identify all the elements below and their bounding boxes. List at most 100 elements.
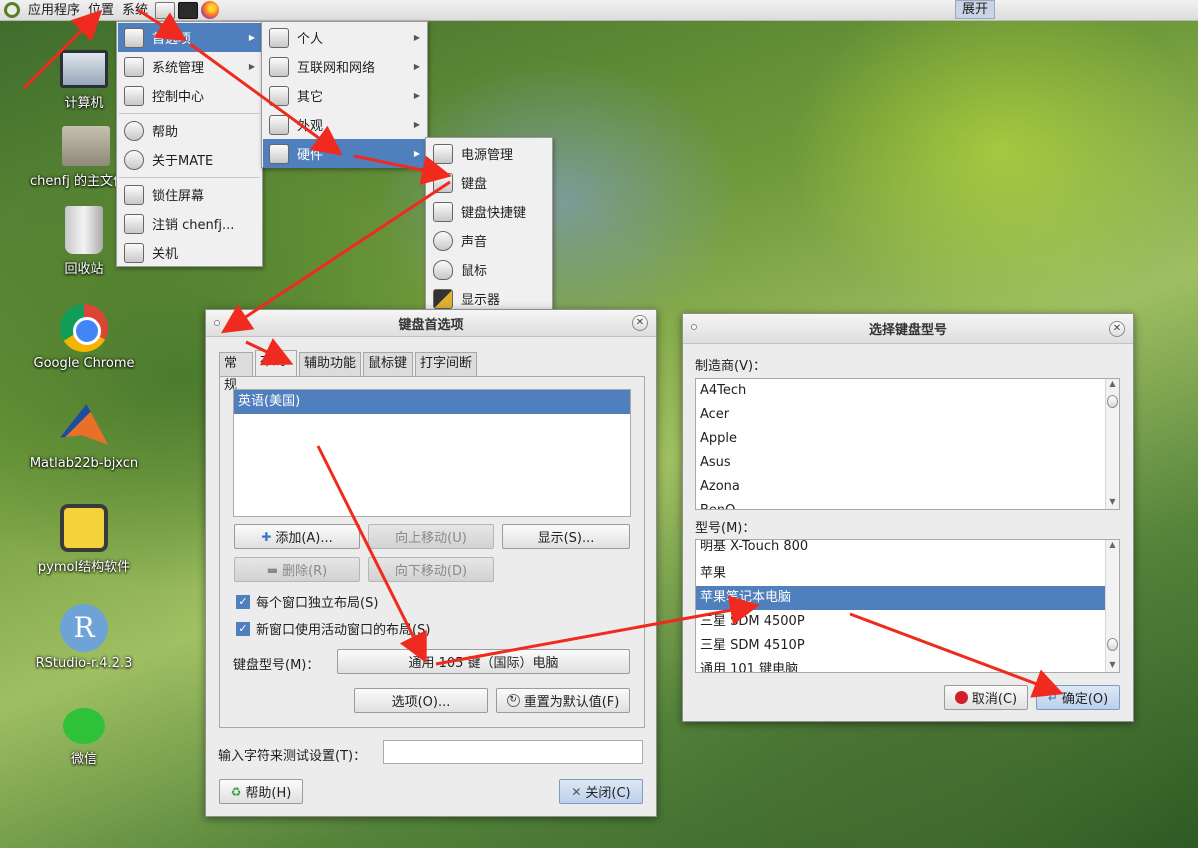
button-label: 向下移动(D)	[394, 564, 468, 579]
menu-item-network[interactable]: 互联网和网络 ▶	[263, 52, 426, 81]
menu-item-label: 系统管理	[152, 61, 205, 76]
list-item[interactable]: 英语(美国)	[234, 390, 630, 414]
tab-typing-break[interactable]: 打字间断	[415, 352, 477, 376]
list-item[interactable]: Acer	[696, 403, 1119, 427]
test-input-field[interactable]	[383, 740, 643, 764]
desktop-icon-pymol[interactable]: pymol结构软件	[29, 504, 139, 575]
scrollbar[interactable]: ▲ ▼	[1105, 540, 1119, 672]
tab-general[interactable]: 常规	[219, 352, 253, 393]
list-item[interactable]: A4Tech	[696, 379, 1119, 403]
menu-item-help[interactable]: 帮助	[118, 116, 261, 145]
desktop-icon-label: 微信	[70, 752, 97, 767]
trash-icon	[65, 206, 103, 254]
mate-logo-icon	[124, 149, 144, 170]
sound-icon	[433, 230, 453, 251]
ok-button[interactable]: ↵ 确定(O)	[1036, 685, 1120, 710]
menu-item-label: 控制中心	[152, 90, 205, 105]
cancel-icon	[954, 691, 968, 704]
scroll-thumb[interactable]	[1107, 395, 1118, 408]
firefox-launcher-icon[interactable]	[201, 1, 220, 19]
desktop-icon-rstudio[interactable]: R RStudio-r.4.2.3	[29, 604, 139, 671]
desktop-icon-label: RStudio-r.4.2.3	[35, 656, 133, 671]
scroll-down-icon[interactable]: ▼	[1106, 660, 1119, 672]
close-icon[interactable]: ✕	[632, 315, 648, 331]
menu-item-mouse[interactable]: 鼠标	[427, 255, 551, 284]
tab-accessibility[interactable]: 辅助功能	[299, 352, 361, 376]
expand-button[interactable]: 展开	[955, 0, 995, 19]
enter-icon: ↵	[1047, 690, 1058, 705]
window-menu-icon[interactable]	[691, 324, 697, 330]
menu-item-administration[interactable]: 系统管理 ▶	[118, 52, 261, 81]
desktop-icon-chrome[interactable]: Google Chrome	[29, 304, 139, 371]
menu-item-keyboard[interactable]: 键盘	[427, 168, 551, 197]
submenu-arrow-icon: ▶	[413, 149, 420, 158]
menu-item-sound[interactable]: 声音	[427, 226, 551, 255]
list-item[interactable]: Apple	[696, 427, 1119, 451]
applications-menu[interactable]: 应用程序	[24, 0, 84, 21]
scroll-up-icon[interactable]: ▲	[1106, 540, 1119, 552]
window-menu-icon[interactable]	[214, 320, 220, 326]
list-item[interactable]: 明基 X-Touch 800	[696, 540, 1119, 562]
move-up-button[interactable]: 向上移动(U)	[368, 524, 494, 549]
remove-layout-button[interactable]: ▬ 删除(R)	[234, 557, 360, 582]
window-titlebar[interactable]: 选择键盘型号 ✕	[683, 314, 1133, 344]
menu-item-other[interactable]: 其它 ▶	[263, 81, 426, 110]
tab-mouse-keys[interactable]: 鼠标键	[363, 352, 413, 376]
places-menu[interactable]: 位置	[84, 0, 118, 21]
terminal-launcher-icon[interactable]	[178, 1, 199, 19]
menu-item-appearance[interactable]: 外观 ▶	[263, 110, 426, 139]
menu-item-shutdown[interactable]: 关机	[118, 238, 261, 267]
menu-item-about-mate[interactable]: 关于MATE	[118, 145, 261, 174]
help-button[interactable]: ♻ 帮助(H)	[219, 779, 303, 804]
scroll-up-icon[interactable]: ▲	[1106, 379, 1119, 391]
reset-defaults-button[interactable]: ↻ 重置为默认值(F)	[496, 688, 630, 713]
close-button[interactable]: ✕ 关闭(C)	[559, 779, 643, 804]
layout-list[interactable]: 英语(美国)	[233, 389, 631, 517]
desktop-icon-matlab[interactable]: Matlab22b-bjxcn	[29, 404, 139, 471]
cancel-button[interactable]: 取消(C)	[944, 685, 1028, 710]
list-item-selected[interactable]: 苹果笔记本电脑	[696, 586, 1119, 610]
menu-item-lock-screen[interactable]: 锁住屏幕	[118, 180, 261, 209]
close-icon[interactable]: ✕	[1109, 321, 1125, 337]
options-button[interactable]: 选项(O)...	[354, 688, 488, 713]
top-panel: 应用程序 位置 系统 展开	[0, 0, 1198, 21]
menu-item-hardware[interactable]: 硬件 ▶	[263, 139, 426, 168]
window-title: 选择键盘型号	[868, 323, 947, 338]
reset-icon: ↻	[506, 694, 520, 707]
menu-item-logout[interactable]: 注销 chenfj...	[118, 209, 261, 238]
show-layout-button[interactable]: 显示(S)...	[502, 524, 630, 549]
checkbox-checked-icon[interactable]: ✓	[236, 621, 250, 636]
new-window-layout-checkbox[interactable]: ✓ 新窗口使用活动窗口的布局(S)	[236, 619, 430, 638]
menu-item-power[interactable]: 电源管理	[427, 139, 551, 168]
menu-item-personal[interactable]: 个人 ▶	[263, 23, 426, 52]
tab-layout[interactable]: 布局	[255, 350, 297, 376]
tab-bar: 常规 布局 辅助功能 鼠标键 打字间断	[219, 350, 645, 393]
mate-logo-icon[interactable]	[4, 2, 20, 18]
keyboard-model-button[interactable]: 通用 105 键（国际）电脑	[337, 649, 630, 674]
window-titlebar[interactable]: 键盘首选项 ✕	[206, 310, 656, 337]
separate-layout-checkbox[interactable]: ✓ 每个窗口独立布局(S)	[236, 592, 378, 611]
list-item[interactable]: 三星 SDM 4510P	[696, 634, 1119, 658]
desktop-icon-wechat[interactable]: 微信	[29, 708, 139, 767]
list-item[interactable]: Asus	[696, 451, 1119, 475]
move-down-button[interactable]: 向下移动(D)	[368, 557, 494, 582]
list-item[interactable]: 通用 101 键电脑	[696, 658, 1119, 672]
add-layout-button[interactable]: ✚ 添加(A)...	[234, 524, 360, 549]
checkbox-label: 每个窗口独立布局(S)	[256, 596, 379, 611]
model-list[interactable]: 明基 X-Touch 800 苹果 苹果笔记本电脑 三星 SDM 4500P 三…	[695, 539, 1120, 673]
menu-item-control-center[interactable]: 控制中心	[118, 81, 261, 110]
list-item[interactable]: Azona	[696, 475, 1119, 499]
menu-item-keyboard-shortcuts[interactable]: 键盘快捷键	[427, 197, 551, 226]
scroll-down-icon[interactable]: ▼	[1106, 497, 1119, 509]
list-item[interactable]: 苹果	[696, 562, 1119, 586]
list-item[interactable]: 三星 SDM 4500P	[696, 610, 1119, 634]
scroll-thumb[interactable]	[1107, 638, 1118, 651]
vendor-list[interactable]: A4Tech Acer Apple Asus Azona BenQ ▲ ▼	[695, 378, 1120, 510]
control-center-icon	[124, 85, 144, 106]
menu-item-preferences[interactable]: 首选项 ▶	[118, 23, 261, 52]
system-menu[interactable]: 系统	[118, 0, 152, 21]
checkbox-checked-icon[interactable]: ✓	[236, 594, 250, 609]
scrollbar[interactable]: ▲ ▼	[1105, 379, 1119, 509]
list-item[interactable]: BenQ	[696, 499, 1119, 509]
file-manager-launcher-icon[interactable]	[155, 1, 176, 19]
